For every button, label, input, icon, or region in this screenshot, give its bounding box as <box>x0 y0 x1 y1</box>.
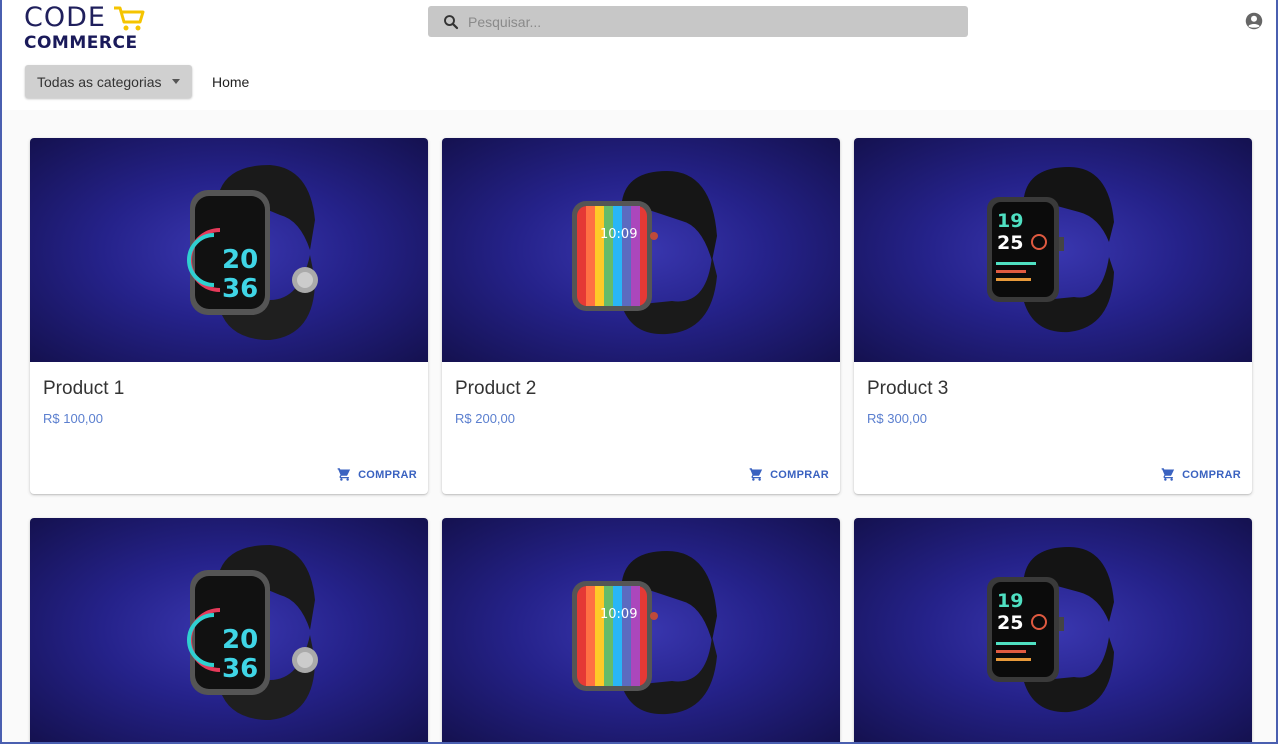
buy-button-label: COMPRAR <box>358 468 417 481</box>
product-card: 10:09 <box>442 518 840 742</box>
top-bar: CODE COMMERCE Todas as categorias Home <box>2 0 1276 110</box>
logo[interactable]: CODE COMMERCE <box>24 2 154 53</box>
product-image[interactable]: 19 25 <box>854 518 1252 742</box>
shopping-cart-icon <box>749 468 763 481</box>
watch-image: 10:09 <box>572 171 717 335</box>
product-card: 10:09 Product 2 R$ 200,00 COMPRAR <box>442 138 840 494</box>
watch-text: 20 <box>222 245 258 275</box>
watch-text: 36 <box>222 274 258 304</box>
watch-text: 20 <box>222 625 258 655</box>
product-card: 19 25 <box>854 518 1252 742</box>
watch-text: 10:09 <box>600 227 637 242</box>
product-image[interactable]: 10:09 <box>442 518 840 742</box>
watch-image: 19 25 <box>987 167 1114 333</box>
app-window: CODE COMMERCE Todas as categorias Home <box>0 0 1278 744</box>
buy-button[interactable]: COMPRAR <box>337 467 417 482</box>
watch-text: 25 <box>997 232 1023 254</box>
product-price: R$ 300,00 <box>867 411 927 426</box>
buy-button[interactable]: COMPRAR <box>1161 467 1241 482</box>
watch-text: 10:09 <box>600 607 637 622</box>
search-bar[interactable] <box>428 6 968 37</box>
category-select-value: Todas as categorias <box>37 73 162 90</box>
watch-image: 20 36 <box>187 165 318 340</box>
buy-button[interactable]: COMPRAR <box>749 467 829 482</box>
product-image[interactable]: 20 36 <box>30 518 428 742</box>
logo-text-code: CODE <box>24 2 106 33</box>
buy-button-label: COMPRAR <box>770 468 829 481</box>
product-price: R$ 200,00 <box>455 411 515 426</box>
logo-cart-icon <box>114 6 145 31</box>
watch-image: 20 36 <box>187 545 318 720</box>
product-card: 20 36 <box>30 518 428 742</box>
buy-button-label: COMPRAR <box>1182 468 1241 481</box>
watch-text: 19 <box>997 590 1023 612</box>
search-icon <box>444 14 459 29</box>
watch-text: 25 <box>997 612 1023 634</box>
product-title[interactable]: Product 2 <box>455 378 536 400</box>
product-title[interactable]: Product 1 <box>43 378 124 400</box>
watch-image: 10:09 <box>572 551 717 715</box>
watch-text: 36 <box>222 654 258 684</box>
product-image[interactable]: 20 36 <box>30 138 428 362</box>
watch-text: 19 <box>997 210 1023 232</box>
search-input[interactable] <box>468 13 948 30</box>
shopping-cart-icon <box>1161 468 1175 481</box>
account-circle-icon[interactable] <box>1245 12 1263 30</box>
product-price: R$ 100,00 <box>43 411 103 426</box>
product-title[interactable]: Product 3 <box>867 378 948 400</box>
chevron-down-icon <box>172 79 180 84</box>
logo-text-commerce: COMMERCE <box>24 33 138 53</box>
product-card: 19 25 Product 3 R$ 300,00 COMPRAR <box>854 138 1252 494</box>
watch-image: 19 25 <box>987 547 1114 713</box>
nav-link-home[interactable]: Home <box>212 74 249 90</box>
product-image[interactable]: 10:09 <box>442 138 840 362</box>
product-image[interactable]: 19 25 <box>854 138 1252 362</box>
shopping-cart-icon <box>337 468 351 481</box>
category-select[interactable]: Todas as categorias <box>25 65 192 98</box>
product-card: 20 36 Product 1 R$ 100,00 COMPRAR <box>30 138 428 494</box>
